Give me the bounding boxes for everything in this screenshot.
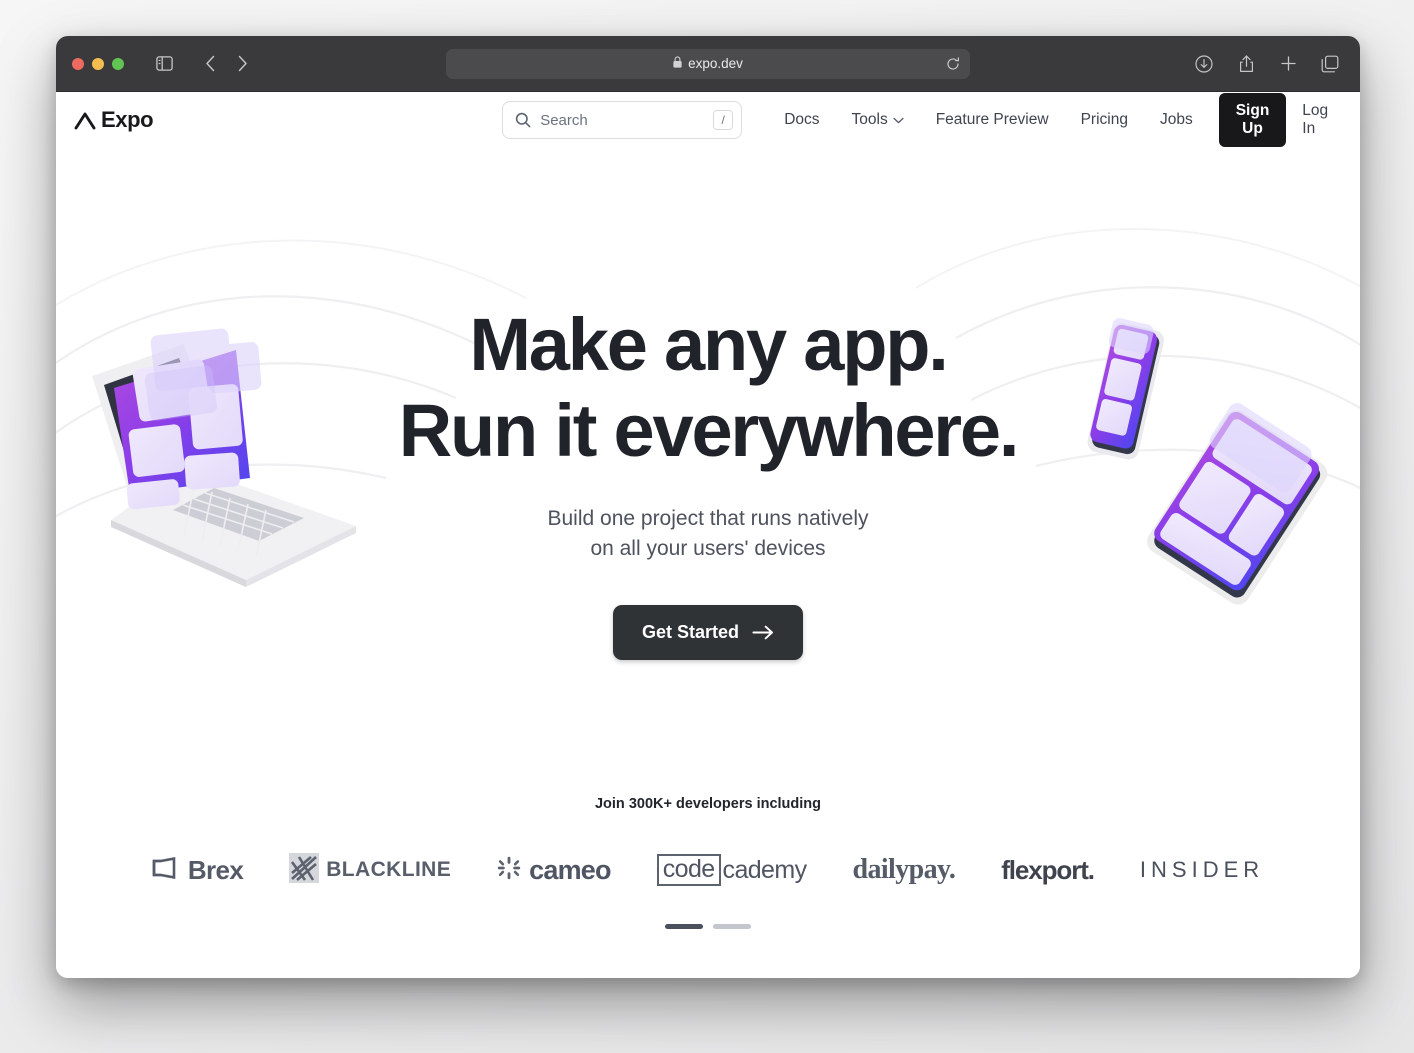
carousel-dot-1[interactable] — [665, 924, 703, 929]
blackline-label: BLACKLINE — [326, 858, 452, 881]
tab-overview-icon[interactable] — [1316, 50, 1344, 78]
flexport-label: flexport. — [1001, 854, 1095, 885]
share-icon[interactable] — [1232, 50, 1260, 78]
logo-flexport: flexport. — [978, 850, 1117, 890]
page-content: Expo / Docs — [56, 92, 1360, 978]
nav-item-tools-label: Tools — [851, 111, 888, 128]
search-icon — [515, 112, 531, 128]
get-started-button[interactable]: Get Started — [612, 605, 804, 660]
browser-window: expo.dev Expo Search / Docs Tools Featur… — [56, 36, 1360, 978]
logo-blackline: BLACKLINE — [266, 850, 474, 890]
nav-item-pricing-label: Pricing — [1080, 111, 1128, 128]
get-started-label: Get Started — [641, 622, 740, 642]
navigation-arrows — [196, 50, 256, 78]
nav-item-tools[interactable]: Tools — [836, 103, 920, 137]
back-arrow-icon[interactable] — [196, 50, 224, 78]
insider-label: INSIDER — [1139, 857, 1265, 882]
codecademy-label-boxed: code — [656, 854, 721, 886]
headline-line-1: Make any app. — [469, 303, 948, 386]
nav-item-pricing[interactable]: Pricing — [1065, 103, 1144, 137]
codecademy-wordmark: code cademy — [656, 854, 808, 886]
logo-insider: INSIDER — [1117, 850, 1287, 890]
logo-cameo: cameo — [474, 850, 634, 890]
minimize-window-button[interactable] — [92, 57, 104, 70]
nav-item-feature-preview[interactable]: Feature Preview — [920, 103, 1065, 137]
nav-item-jobs[interactable]: Jobs — [1144, 103, 1209, 137]
brex-label: Brex — [187, 854, 244, 885]
logo-codecademy: code cademy — [634, 850, 830, 890]
hero-subtitle-line-1: Build one project that runs natively — [547, 507, 869, 530]
carousel-indicators — [56, 924, 1360, 929]
hero-subtitle-line-2: on all your users' devices — [590, 537, 826, 560]
nav-item-docs[interactable]: Docs — [768, 103, 835, 137]
nav-links: Docs Tools Feature Preview Pricing Jobs … — [768, 93, 1338, 147]
toolbar-right-actions — [1190, 50, 1344, 78]
url-text-group: expo.dev — [673, 56, 743, 71]
chevron-down-icon — [893, 111, 904, 129]
search-input[interactable] — [540, 111, 705, 129]
browser-toolbar: expo.dev — [56, 36, 1360, 92]
search-shortcut-badge: / — [713, 110, 734, 130]
window-controls — [72, 57, 124, 70]
close-window-button[interactable] — [72, 57, 84, 70]
cameo-label: cameo — [529, 854, 611, 885]
downloads-icon[interactable] — [1190, 50, 1218, 78]
logo-brex: Brex — [129, 850, 266, 890]
cameo-mark-icon — [497, 856, 521, 885]
hero-text-block: Make any app. Run it everywhere. Build o… — [56, 302, 1360, 660]
site-navigation-bar: Expo / Docs — [56, 92, 1360, 148]
logo-dailypay: dailypay. — [829, 850, 978, 890]
new-tab-icon[interactable] — [1274, 50, 1302, 78]
address-bar[interactable]: expo.dev — [446, 48, 970, 79]
dailypay-label: dailypay. — [852, 854, 956, 885]
nav-item-docs-label: Docs — [784, 111, 820, 128]
arrow-right-icon — [752, 625, 774, 640]
lock-icon — [673, 56, 682, 71]
carousel-dot-2[interactable] — [713, 924, 751, 929]
maximize-window-button[interactable] — [112, 57, 124, 70]
hero-section: Make any app. Run it everywhere. Build o… — [56, 148, 1360, 796]
customer-logos: Brex BLACKLINE cameo code cademy dailypa… — [56, 850, 1360, 890]
social-proof-title: Join 300K+ developers including — [594, 796, 822, 812]
log-in-link[interactable]: Log In — [1292, 94, 1338, 146]
nav-center-group: / Docs Tools Feat — [502, 93, 1338, 147]
codecademy-label-rest: cademy — [722, 856, 808, 884]
expo-mark-icon — [74, 111, 96, 130]
expo-logo-text: Expo — [101, 107, 154, 132]
page-title: Make any app. Run it everywhere. — [56, 302, 1360, 474]
hero-subtitle: Build one project that runs natively on … — [56, 504, 1360, 564]
nav-item-jobs-label: Jobs — [1159, 111, 1193, 128]
brex-mark-icon — [152, 856, 180, 884]
search-box[interactable]: / — [502, 101, 743, 139]
blackline-mark-icon — [289, 852, 320, 888]
headline-line-2: Run it everywhere. — [398, 389, 1020, 472]
social-proof-section: Join 300K+ developers including Brex BLA… — [56, 796, 1360, 929]
reload-icon[interactable] — [946, 56, 960, 71]
expo-logo[interactable]: Expo — [74, 107, 154, 133]
forward-arrow-icon[interactable] — [228, 50, 256, 78]
nav-item-feature-preview-label: Feature Preview — [935, 111, 1049, 128]
sign-up-button[interactable]: Sign Up — [1218, 93, 1287, 147]
url-label: expo.dev — [688, 56, 743, 71]
sidebar-toggle-icon[interactable] — [150, 50, 178, 78]
